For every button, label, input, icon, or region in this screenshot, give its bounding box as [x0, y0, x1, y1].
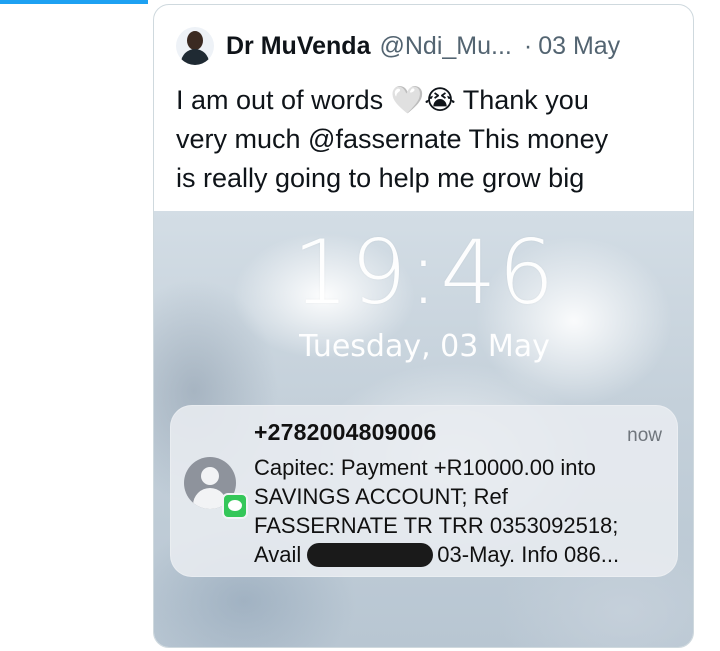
redaction-bar [307, 543, 434, 567]
tweet-header: Dr MuVenda @Ndi_Mu... · 03 May [176, 25, 679, 67]
avatar[interactable] [176, 27, 214, 65]
notification-line: FASSERNATE TR TRR 0353092518; [254, 513, 619, 538]
tweet-text: I am out of words 🤍😭 Thank you very much… [176, 85, 609, 193]
sms-notification: +2782004809006 now Capitec: Payment +R10… [170, 405, 678, 577]
notification-line: SAVINGS ACCOUNT; Ref [254, 484, 508, 509]
lockscreen-time: 19:46 [292, 221, 557, 324]
notification-line: Capitec: Payment +R10000.00 into [254, 455, 596, 480]
messages-app-icon [222, 493, 248, 519]
tweet-date[interactable]: 03 May [538, 32, 620, 61]
tab-indicator [0, 0, 148, 4]
notification-line: Avail 03-May. Info 086... [254, 542, 619, 568]
notification-line-end: 03-May. Info 086... [437, 542, 620, 567]
tweet-media-image[interactable]: 19:46 Tuesday, 03 May +2782004809006 now… [154, 211, 693, 647]
notification-sender: +2782004809006 [254, 419, 437, 445]
available-label: Avail [254, 542, 302, 567]
quoted-tweet-card[interactable]: Dr MuVenda @Ndi_Mu... · 03 May I am out … [153, 4, 694, 648]
notification-time: now [627, 425, 662, 446]
separator-dot: · [523, 31, 533, 60]
user-handle[interactable]: @Ndi_Mu... [379, 32, 511, 61]
lockscreen-date: Tuesday, 03 May [299, 329, 550, 364]
display-name[interactable]: Dr MuVenda [226, 32, 370, 61]
